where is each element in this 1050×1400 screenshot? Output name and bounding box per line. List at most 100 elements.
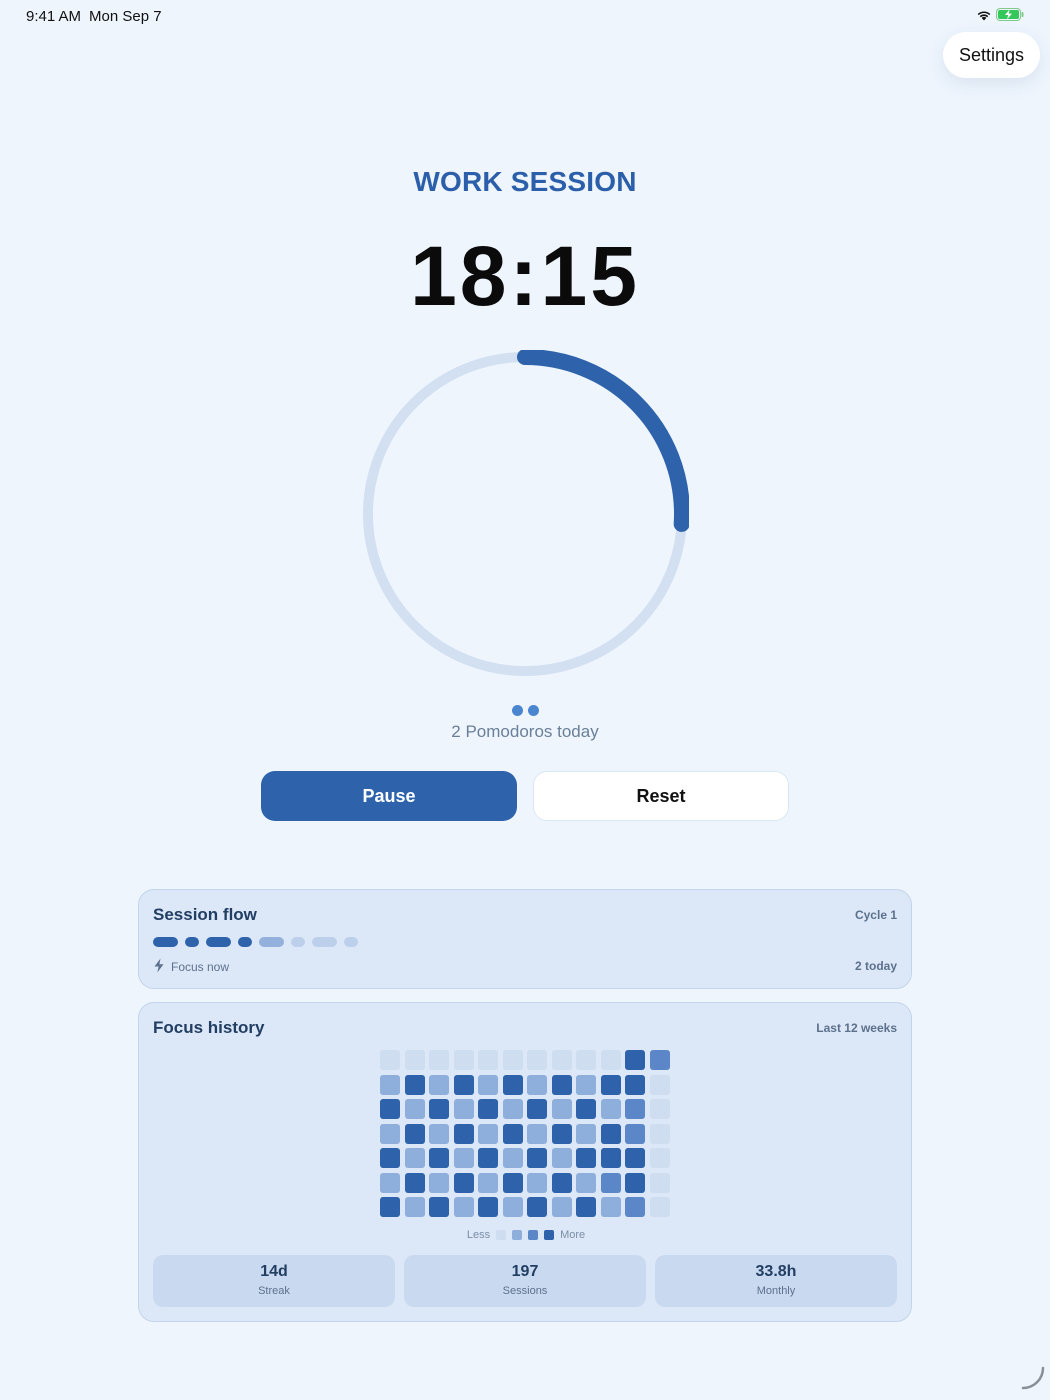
heatmap-cell — [600, 1099, 621, 1119]
stat-value: 14d — [260, 1263, 288, 1280]
flow-status-text: Focus now — [171, 960, 230, 974]
heatmap-cell — [404, 1074, 425, 1095]
flow-segment-pending-focus — [312, 937, 337, 947]
heatmap-cell — [527, 1074, 547, 1095]
heatmap-cell — [527, 1148, 547, 1168]
today-count: 2 today — [854, 959, 897, 973]
heatmap-cell — [576, 1099, 596, 1119]
heatmap-cell — [649, 1148, 670, 1168]
stat-label: Sessions — [502, 1285, 548, 1297]
heatmap-cell — [551, 1148, 572, 1168]
heatmap-cell — [453, 1050, 474, 1070]
heatmap-cell — [502, 1050, 523, 1070]
heatmap-cell — [625, 1172, 645, 1193]
heatmap-cell — [380, 1148, 400, 1168]
heatmap-cell — [453, 1148, 474, 1168]
heatmap-cell — [527, 1197, 547, 1217]
heatmap-cell — [600, 1050, 621, 1070]
heatmap-cell — [551, 1050, 572, 1070]
heatmap-cell — [600, 1074, 621, 1095]
heatmap-cell — [502, 1197, 523, 1217]
heatmap-cell — [429, 1123, 449, 1144]
heatmap-cell — [429, 1099, 449, 1119]
heatmap-cell — [649, 1123, 670, 1144]
history-heatmap — [380, 1050, 670, 1217]
heatmap-cell — [380, 1123, 400, 1144]
heatmap-cell — [380, 1050, 400, 1070]
legend-more: More — [560, 1229, 586, 1241]
heatmap-cell — [576, 1172, 596, 1193]
battery-charging-icon — [996, 8, 1024, 26]
flow-segment-focus — [153, 937, 178, 947]
heatmap-cell — [478, 1197, 498, 1217]
heatmap-cell — [649, 1099, 670, 1119]
heatmap-cell — [649, 1172, 670, 1193]
heatmap-cell — [478, 1074, 498, 1095]
heatmap-cell — [380, 1099, 400, 1119]
heatmap-cell — [527, 1172, 547, 1193]
heatmap-cell — [649, 1197, 670, 1217]
heatmap-cell — [600, 1197, 621, 1217]
heatmap-cell — [453, 1123, 474, 1144]
heatmap-cell — [478, 1148, 498, 1168]
heatmap-cell — [625, 1050, 645, 1070]
heatmap-cell — [576, 1074, 596, 1095]
heatmap-cell — [600, 1123, 621, 1144]
heatmap-cell — [502, 1172, 523, 1193]
heatmap-cell — [625, 1123, 645, 1144]
pause-button[interactable]: Pause — [261, 771, 517, 821]
heatmap-cell — [527, 1050, 547, 1070]
legend-swatch-4 — [544, 1230, 555, 1240]
pomodoro-dots — [0, 705, 1050, 716]
heatmap-cell — [576, 1197, 596, 1217]
heatmap-cell — [600, 1172, 621, 1193]
session-flow-title: Session flow — [153, 905, 257, 924]
settings-button[interactable]: Settings — [943, 32, 1040, 78]
heatmap-cell — [429, 1148, 449, 1168]
heatmap-cell — [527, 1099, 547, 1119]
flow-segment-break — [238, 937, 252, 947]
timer-display: 18:15 — [410, 229, 640, 323]
stat-monthly: 33.8h Monthly — [655, 1255, 897, 1307]
heatmap-cell — [429, 1197, 449, 1217]
status-icons — [976, 8, 1024, 26]
heatmap-cell — [478, 1099, 498, 1119]
status-date: Mon Sep 7 — [89, 8, 162, 25]
heatmap-cell — [404, 1172, 425, 1193]
stat-label: Streak — [258, 1285, 290, 1297]
heatmap-cell — [649, 1050, 670, 1070]
heatmap-cell — [380, 1197, 400, 1217]
session-flow-card: Session flow Cycle 1 Focus now 2 today — [138, 889, 912, 989]
stat-label: Monthly — [756, 1285, 796, 1297]
heatmap-cell — [478, 1050, 498, 1070]
heatmap-cell — [404, 1197, 425, 1217]
heatmap-cell — [527, 1123, 547, 1144]
pomodoro-dot — [511, 705, 523, 716]
resize-handle-icon[interactable] — [1020, 1365, 1046, 1396]
heatmap-cell — [404, 1099, 425, 1119]
history-range: Last 12 weeks — [816, 1021, 897, 1035]
heatmap-cell — [453, 1099, 474, 1119]
status-clock: 9:41 AM — [26, 8, 82, 25]
heatmap-cell — [625, 1148, 645, 1168]
focus-history-card: Focus history Last 12 weeks Less More 14… — [138, 1002, 912, 1322]
stat-sessions: 197 Sessions — [404, 1255, 646, 1307]
cycle-label: Cycle 1 — [854, 908, 897, 922]
legend-swatch-3 — [528, 1230, 539, 1240]
heatmap-cell — [478, 1172, 498, 1193]
status-bar: 9:41 AM Mon Sep 7 — [0, 0, 1050, 34]
heatmap-cell — [576, 1050, 596, 1070]
heatmap-cell — [576, 1148, 596, 1168]
reset-button[interactable]: Reset — [533, 771, 789, 821]
heatmap-cell — [404, 1050, 425, 1070]
heatmap-cell — [380, 1074, 400, 1095]
heatmap-cell — [649, 1074, 670, 1095]
flow-status: Focus now — [153, 958, 229, 976]
heatmap-legend: Less More — [139, 1229, 913, 1241]
heatmap-cell — [404, 1123, 425, 1144]
legend-swatch-1 — [496, 1230, 507, 1240]
session-title: WORK SESSION — [413, 166, 637, 197]
heatmap-cell — [478, 1123, 498, 1144]
status-time: 9:41 AM Mon Sep 7 — [26, 8, 162, 25]
flow-segment-pending-break — [291, 937, 305, 947]
